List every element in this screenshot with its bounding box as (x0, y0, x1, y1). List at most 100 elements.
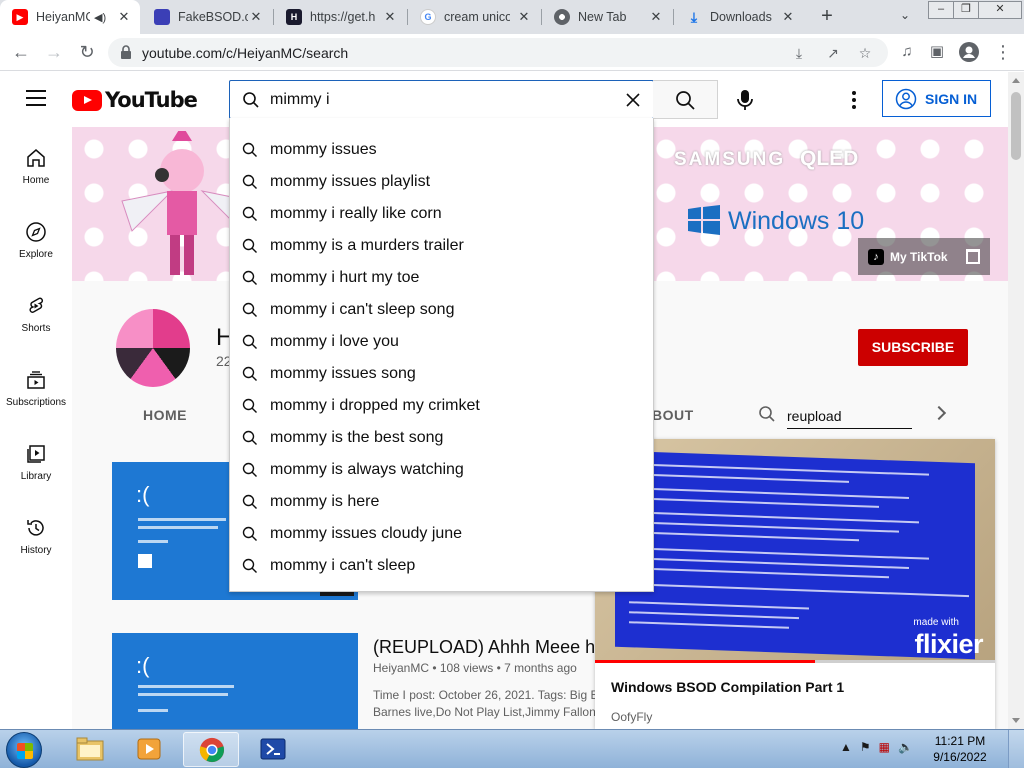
search-button[interactable] (653, 80, 718, 119)
hamburger-menu-icon[interactable] (26, 90, 46, 106)
tab-title: https://get.h (310, 10, 376, 24)
search-suggestion[interactable]: mommy i can't sleep song (230, 294, 653, 326)
search-suggestion[interactable]: mommy i hurt my toe (230, 262, 653, 294)
media-control-icon[interactable]: ♫ (896, 41, 918, 63)
tab-about[interactable]: BOUT (652, 407, 694, 423)
browser-menu-icon[interactable]: ⋮ (992, 41, 1014, 63)
search-icon (242, 430, 257, 445)
tab-new-tab[interactable]: New Tab ✕ (542, 0, 672, 34)
guide-item-subscriptions[interactable]: Subscriptions (0, 369, 72, 433)
address-bar[interactable]: youtube.com/c/HeiyanMC/search ⤓ ↗ ☆ (108, 38, 888, 67)
close-icon[interactable]: ✕ (780, 9, 796, 25)
guide-item-home[interactable]: Home (0, 147, 72, 211)
audio-icon[interactable]: ◀) (94, 11, 106, 24)
search-suggestion[interactable]: mommy is the best song (230, 422, 653, 454)
tab-get-h[interactable]: H https://get.h ✕ (274, 0, 406, 34)
search-suggestion[interactable]: mommy issues cloudy june (230, 518, 653, 550)
taskbar-media-player[interactable] (121, 732, 177, 767)
suggestion-text: mommy is here (270, 493, 380, 510)
side-panel-icon[interactable]: ▣ (926, 41, 948, 63)
restore-button[interactable]: ❐ (953, 1, 979, 19)
scroll-down-icon[interactable] (1012, 718, 1020, 723)
forward-icon[interactable]: → (43, 41, 65, 63)
show-desktop-button[interactable] (1008, 730, 1024, 768)
settings-more-icon[interactable] (846, 90, 862, 110)
preview-channel[interactable]: OofyFly (611, 710, 652, 724)
install-app-icon[interactable]: ⤓ (790, 44, 808, 62)
search-suggestion[interactable]: mommy issues song (230, 358, 653, 390)
tab-downloads[interactable]: ⤓ Downloads ✕ (674, 0, 804, 34)
bookmark-star-icon[interactable]: ☆ (856, 44, 874, 62)
microphone-icon[interactable] (733, 88, 757, 112)
start-button[interactable] (6, 732, 42, 768)
search-suggestion[interactable]: mommy is a murders trailer (230, 230, 653, 262)
guide-item-library[interactable]: Library (0, 443, 72, 507)
volume-icon[interactable]: 🔈 (898, 740, 913, 754)
tab-home[interactable]: HOME (143, 407, 187, 423)
video-thumbnail[interactable]: :( (112, 633, 358, 729)
window-close-button[interactable]: ✕ (978, 1, 1022, 19)
scroll-up-icon[interactable] (1012, 78, 1020, 83)
tab-fakebsod[interactable]: FakeBSOD.com ✕ (142, 0, 272, 34)
close-icon[interactable]: ✕ (648, 9, 664, 25)
video-preview-card[interactable]: made with flixier Windows BSOD Compilati… (595, 439, 995, 729)
network-icon[interactable]: ▦ (879, 740, 890, 754)
tab-cream-unicorn[interactable]: G cream unicorn ✕ (408, 0, 540, 34)
search-suggestion[interactable]: mommy i dropped my crimket (230, 390, 653, 422)
search-suggestion[interactable]: mommy i love you (230, 326, 653, 358)
scroll-thumb[interactable] (1011, 92, 1021, 160)
youtube-logo[interactable]: YouTube (72, 88, 198, 112)
search-input[interactable] (270, 88, 610, 112)
search-suggestion[interactable]: mommy i really like corn (230, 198, 653, 230)
lock-icon[interactable] (120, 45, 132, 59)
search-suggestion[interactable]: mommy issues (230, 134, 653, 166)
show-hidden-icons[interactable]: ▲ (840, 740, 852, 754)
taskbar-powershell[interactable] (245, 732, 301, 767)
preview-title[interactable]: Windows BSOD Compilation Part 1 (611, 679, 844, 695)
search-suggestion[interactable]: mommy issues playlist (230, 166, 653, 198)
tab-title: New Tab (578, 10, 627, 24)
search-suggestion[interactable]: mommy i can't sleep (230, 550, 653, 582)
profile-icon[interactable] (958, 41, 980, 63)
system-clock[interactable]: 11:21 PM 9/16/2022 (928, 733, 992, 765)
tab-heiyanmc[interactable]: ▶ HeiyanMC ◀) ✕ (0, 0, 140, 34)
search-box[interactable] (229, 80, 654, 119)
page-scrollbar[interactable] (1008, 72, 1024, 729)
reload-icon[interactable]: ↻ (76, 41, 98, 63)
chevron-right-icon[interactable] (931, 405, 947, 421)
channel-search-input[interactable] (787, 403, 912, 429)
suggestion-text: mommy issues playlist (270, 173, 431, 190)
account-icon (895, 88, 917, 109)
action-center-icon[interactable]: ⚑ (860, 740, 871, 754)
download-icon: ⤓ (690, 8, 698, 25)
sign-in-button[interactable]: SIGN IN (882, 80, 991, 117)
search-suggestion[interactable]: mommy is always watching (230, 454, 653, 486)
subscribe-button[interactable]: SUBSCRIBE (858, 329, 968, 366)
guide-item-history[interactable]: History (0, 517, 72, 581)
guide-item-shorts[interactable]: Shorts (0, 295, 72, 359)
tab-search-chevron-icon[interactable]: ⌄ (896, 8, 914, 26)
suggestion-text: mommy i can't sleep (270, 557, 416, 574)
search-icon[interactable] (758, 405, 776, 423)
youtube-play-icon (72, 89, 102, 111)
close-icon[interactable]: ✕ (248, 9, 264, 25)
guide-item-explore[interactable]: Explore (0, 221, 72, 285)
preview-video[interactable]: made with flixier (595, 439, 995, 663)
close-icon[interactable]: ✕ (516, 9, 532, 25)
search-icon (242, 366, 257, 381)
search-suggestion[interactable]: mommy is here (230, 486, 653, 518)
new-tab-button[interactable]: + (816, 5, 838, 27)
video-title[interactable]: (REUPLOAD) Ahhh Meee ha (373, 637, 603, 658)
tiktok-link[interactable]: ♪ My TikTok (858, 238, 990, 275)
clear-search-icon[interactable] (623, 90, 643, 110)
minimize-button[interactable]: – (928, 1, 954, 19)
share-icon[interactable]: ↗ (824, 44, 842, 62)
windows-flag-icon (17, 743, 33, 759)
taskbar-explorer[interactable] (62, 732, 118, 767)
back-icon[interactable]: ← (10, 41, 32, 63)
channel-avatar[interactable] (116, 309, 190, 387)
close-icon[interactable]: ✕ (382, 9, 398, 25)
taskbar-chrome[interactable] (183, 732, 239, 767)
chrome-icon (199, 737, 225, 763)
close-icon[interactable]: ✕ (116, 9, 132, 25)
